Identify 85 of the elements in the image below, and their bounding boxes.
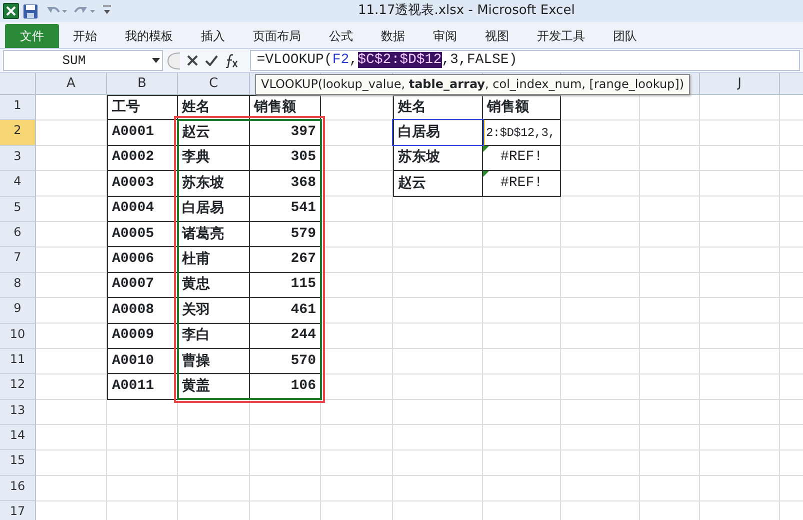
ribbon-tab[interactable]: 团队 [599, 24, 651, 48]
table-cell: 244 [250, 324, 321, 349]
expand-handle-icon[interactable] [166, 52, 180, 70]
table-cell: 黄盖 [178, 374, 250, 400]
table-cell: A0001 [107, 120, 178, 146]
cancel-icon[interactable] [187, 55, 198, 66]
ribbon-tab[interactable]: 公式 [315, 24, 367, 48]
table-cell: 2:$D$12,3, [483, 120, 561, 146]
row-header[interactable]: 9 [0, 298, 36, 324]
ribbon-tab[interactable]: 审阅 [419, 24, 471, 48]
table-cell: A0009 [107, 324, 178, 349]
table-cell: 曹操 [178, 348, 250, 374]
row-header[interactable]: 11 [0, 348, 36, 374]
ribbon-tab[interactable]: 开发工具 [523, 24, 599, 48]
app-logo-icon [3, 3, 19, 19]
table-cell: 苏东坡 [178, 171, 250, 197]
row-header[interactable]: 4 [0, 171, 36, 197]
ribbon-tab[interactable]: 视图 [471, 24, 523, 48]
table-cell: 苏东坡 [393, 146, 483, 172]
table-cell: A0005 [107, 222, 178, 248]
table-cell: 368 [250, 171, 321, 197]
table-cell: 115 [250, 272, 321, 298]
error-indicator-icon[interactable] [483, 146, 489, 152]
table-cell: 李典 [178, 146, 250, 172]
row-header[interactable]: 16 [0, 476, 36, 502]
table-cell: 姓名 [178, 95, 250, 120]
table-cell: 570 [250, 348, 321, 374]
name-box[interactable]: SUM [3, 50, 164, 71]
table-cell: 579 [250, 222, 321, 248]
row-header[interactable]: 2 [0, 120, 36, 146]
file-tab[interactable]: 文件 [5, 24, 59, 48]
table-cell: #REF! [483, 146, 561, 172]
row-header[interactable]: 17 [0, 501, 36, 520]
row-header[interactable]: 3 [0, 146, 36, 172]
column-header[interactable]: B [107, 73, 178, 95]
ribbon-tab[interactable]: 数据 [367, 24, 419, 48]
table-cell: A0011 [107, 374, 178, 400]
table-cell: 李白 [178, 324, 250, 349]
table-cell: A0006 [107, 247, 178, 273]
table-cell: A0002 [107, 146, 178, 172]
table-cell: 397 [250, 120, 321, 146]
table-cell: 黄忠 [178, 272, 250, 298]
table-cell: 赵云 [178, 120, 250, 146]
table-cell: A0007 [107, 272, 178, 298]
formula-field[interactable]: =VLOOKUP(F2,$C$2:$D$12,3,FALSE) [250, 50, 800, 71]
ribbon-tab[interactable]: 页面布局 [239, 24, 315, 48]
table-cell: 305 [250, 146, 321, 172]
enter-check-icon[interactable] [204, 55, 218, 66]
row-header[interactable]: 5 [0, 196, 36, 222]
table-cell: #REF! [483, 171, 561, 197]
row-header[interactable]: 14 [0, 425, 36, 450]
function-tooltip: VLOOKUP(lookup_value, table_array, col_index_num, [range_lookup]) [255, 74, 690, 95]
table-cell: A0003 [107, 171, 178, 197]
ribbon-tab[interactable]: 我的模板 [111, 24, 187, 48]
table-cell: 工号 [107, 95, 178, 120]
table-cell: 赵云 [393, 171, 483, 197]
table-cell: 白居易 [393, 120, 483, 146]
ribbon-tab[interactable]: 开始 [59, 24, 111, 48]
table-cell: 267 [250, 247, 321, 273]
row-header[interactable]: 7 [0, 247, 36, 273]
table-cell: A0004 [107, 196, 178, 222]
column-header[interactable]: A [36, 73, 107, 95]
row-header[interactable]: 6 [0, 222, 36, 248]
table-cell: 106 [250, 374, 321, 400]
row-header[interactable]: 10 [0, 324, 36, 349]
table-cell: 关羽 [178, 298, 250, 324]
row-header[interactable]: 13 [0, 400, 36, 426]
window-title: 11.17透视表.xlsx - Microsoft Excel [358, 2, 575, 20]
ribbon-tab[interactable]: 插入 [187, 24, 239, 48]
row-header[interactable]: 12 [0, 374, 36, 400]
row-header[interactable]: 1 [0, 95, 36, 120]
column-header[interactable]: J [700, 73, 780, 95]
row-header[interactable]: 8 [0, 272, 36, 298]
table-cell: A0008 [107, 298, 178, 324]
dropdown-caret-icon[interactable] [152, 58, 160, 63]
table-cell: 461 [250, 298, 321, 324]
table-cell: 杜甫 [178, 247, 250, 273]
table-cell: 541 [250, 196, 321, 222]
table-cell: 诸葛亮 [178, 222, 250, 248]
table-cell: A0010 [107, 348, 178, 374]
row-header[interactable]: 15 [0, 450, 36, 476]
column-header[interactable]: C [178, 73, 250, 95]
save-icon[interactable] [23, 4, 38, 18]
table-cell: 白居易 [178, 196, 250, 222]
insert-function-icon[interactable] [224, 54, 238, 68]
